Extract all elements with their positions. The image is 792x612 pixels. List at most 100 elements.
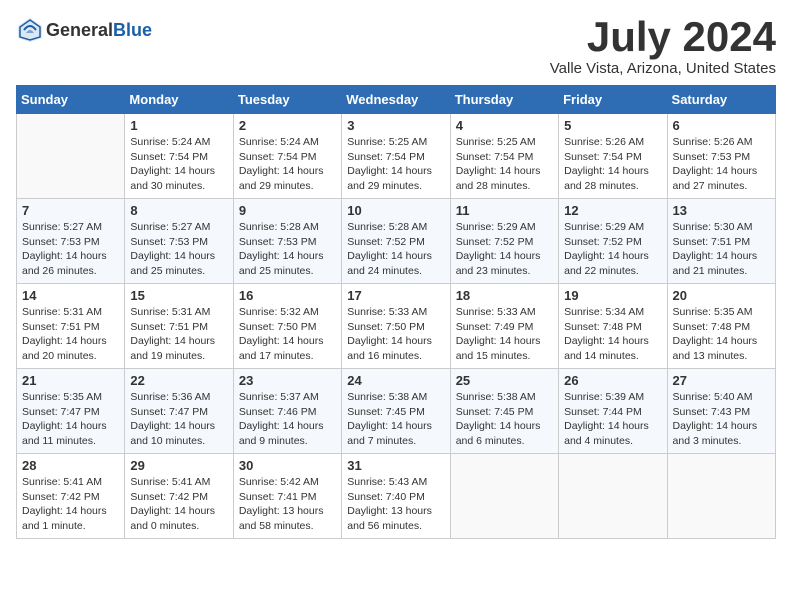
day-info: Sunrise: 5:27 AMSunset: 7:53 PMDaylight:… bbox=[22, 220, 119, 279]
cell-w1-d0 bbox=[17, 114, 125, 199]
cell-w2-d3: 10Sunrise: 5:28 AMSunset: 7:52 PMDayligh… bbox=[342, 199, 450, 284]
day-info: Sunrise: 5:36 AMSunset: 7:47 PMDaylight:… bbox=[130, 390, 227, 449]
day-number: 4 bbox=[456, 118, 553, 133]
header-row: Sunday Monday Tuesday Wednesday Thursday… bbox=[17, 86, 776, 114]
day-number: 20 bbox=[673, 288, 770, 303]
day-number: 9 bbox=[239, 203, 336, 218]
day-info: Sunrise: 5:32 AMSunset: 7:50 PMDaylight:… bbox=[239, 305, 336, 364]
cell-w2-d6: 13Sunrise: 5:30 AMSunset: 7:51 PMDayligh… bbox=[667, 199, 775, 284]
day-info: Sunrise: 5:40 AMSunset: 7:43 PMDaylight:… bbox=[673, 390, 770, 449]
day-info: Sunrise: 5:38 AMSunset: 7:45 PMDaylight:… bbox=[456, 390, 553, 449]
day-number: 15 bbox=[130, 288, 227, 303]
header-tuesday: Tuesday bbox=[233, 86, 341, 114]
day-number: 2 bbox=[239, 118, 336, 133]
day-info: Sunrise: 5:42 AMSunset: 7:41 PMDaylight:… bbox=[239, 475, 336, 534]
week-row-3: 14 Sunrise: 5:31 AMSunset: 7:51 PMDayligh… bbox=[17, 284, 776, 369]
day-number: 8 bbox=[130, 203, 227, 218]
day-info: Sunrise: 5:25 AMSunset: 7:54 PMDaylight:… bbox=[456, 135, 553, 194]
cell-w2-d4: 11Sunrise: 5:29 AMSunset: 7:52 PMDayligh… bbox=[450, 199, 558, 284]
cell-w3-d6: 20Sunrise: 5:35 AMSunset: 7:48 PMDayligh… bbox=[667, 284, 775, 369]
cell-w3-d4: 18 Sunrise: 5:33 AMSunset: 7:49 PMDayligh… bbox=[450, 284, 558, 369]
header-friday: Friday bbox=[559, 86, 667, 114]
cell-w1-d6: 6 Sunrise: 5:26 AMSunset: 7:53 PMDaylight… bbox=[667, 114, 775, 199]
day-info: Sunrise: 5:26 AMSunset: 7:54 PMDaylight:… bbox=[564, 135, 661, 194]
day-number: 12 bbox=[564, 203, 661, 218]
cell-w5-d2: 30 Sunrise: 5:42 AMSunset: 7:41 PMDayligh… bbox=[233, 454, 341, 539]
cell-w3-d2: 16Sunrise: 5:32 AMSunset: 7:50 PMDayligh… bbox=[233, 284, 341, 369]
day-number: 29 bbox=[130, 458, 227, 473]
day-number: 17 bbox=[347, 288, 444, 303]
day-info: Sunrise: 5:30 AMSunset: 7:51 PMDaylight:… bbox=[673, 220, 770, 279]
cell-w2-d2: 9 Sunrise: 5:28 AMSunset: 7:53 PMDaylight… bbox=[233, 199, 341, 284]
cell-w3-d5: 19 Sunrise: 5:34 AMSunset: 7:48 PMDayligh… bbox=[559, 284, 667, 369]
cell-w5-d3: 31Sunrise: 5:43 AMSunset: 7:40 PMDayligh… bbox=[342, 454, 450, 539]
day-number: 31 bbox=[347, 458, 444, 473]
week-row-5: 28Sunrise: 5:41 AMSunset: 7:42 PMDayligh… bbox=[17, 454, 776, 539]
page-subtitle: Valle Vista, Arizona, United States bbox=[550, 60, 776, 77]
day-info: Sunrise: 5:31 AMSunset: 7:51 PMDaylight:… bbox=[22, 305, 119, 364]
day-info: Sunrise: 5:28 AMSunset: 7:53 PMDaylight:… bbox=[239, 220, 336, 279]
day-number: 24 bbox=[347, 373, 444, 388]
day-info: Sunrise: 5:29 AMSunset: 7:52 PMDaylight:… bbox=[564, 220, 661, 279]
cell-w4-d6: 27 Sunrise: 5:40 AMSunset: 7:43 PMDayligh… bbox=[667, 369, 775, 454]
day-number: 14 bbox=[22, 288, 119, 303]
cell-w5-d4 bbox=[450, 454, 558, 539]
day-number: 6 bbox=[673, 118, 770, 133]
week-row-2: 7 Sunrise: 5:27 AMSunset: 7:53 PMDaylight… bbox=[17, 199, 776, 284]
day-number: 5 bbox=[564, 118, 661, 133]
day-number: 19 bbox=[564, 288, 661, 303]
day-info: Sunrise: 5:34 AMSunset: 7:48 PMDaylight:… bbox=[564, 305, 661, 364]
cell-w2-d5: 12 Sunrise: 5:29 AMSunset: 7:52 PMDayligh… bbox=[559, 199, 667, 284]
day-info: Sunrise: 5:24 AMSunset: 7:54 PMDaylight:… bbox=[130, 135, 227, 194]
header-wednesday: Wednesday bbox=[342, 86, 450, 114]
cell-w4-d2: 23 Sunrise: 5:37 AMSunset: 7:46 PMDayligh… bbox=[233, 369, 341, 454]
cell-w2-d1: 8 Sunrise: 5:27 AMSunset: 7:53 PMDaylight… bbox=[125, 199, 233, 284]
logo-blue: Blue bbox=[113, 20, 152, 40]
day-info: Sunrise: 5:24 AMSunset: 7:54 PMDaylight:… bbox=[239, 135, 336, 194]
cell-w3-d0: 14 Sunrise: 5:31 AMSunset: 7:51 PMDayligh… bbox=[17, 284, 125, 369]
day-number: 7 bbox=[22, 203, 119, 218]
day-info: Sunrise: 5:41 AMSunset: 7:42 PMDaylight:… bbox=[22, 475, 119, 534]
day-info: Sunrise: 5:26 AMSunset: 7:53 PMDaylight:… bbox=[673, 135, 770, 194]
logo: GeneralBlue bbox=[16, 16, 152, 44]
calendar-table: Sunday Monday Tuesday Wednesday Thursday… bbox=[16, 85, 776, 539]
logo-icon bbox=[16, 16, 44, 44]
cell-w5-d6 bbox=[667, 454, 775, 539]
day-number: 25 bbox=[456, 373, 553, 388]
header-monday: Monday bbox=[125, 86, 233, 114]
day-number: 27 bbox=[673, 373, 770, 388]
day-info: Sunrise: 5:39 AMSunset: 7:44 PMDaylight:… bbox=[564, 390, 661, 449]
page-title: July 2024 bbox=[550, 16, 776, 58]
day-info: Sunrise: 5:29 AMSunset: 7:52 PMDaylight:… bbox=[456, 220, 553, 279]
cell-w1-d4: 4 Sunrise: 5:25 AMSunset: 7:54 PMDaylight… bbox=[450, 114, 558, 199]
cell-w2-d0: 7 Sunrise: 5:27 AMSunset: 7:53 PMDaylight… bbox=[17, 199, 125, 284]
cell-w5-d5 bbox=[559, 454, 667, 539]
calendar-header: Sunday Monday Tuesday Wednesday Thursday… bbox=[17, 86, 776, 114]
header-sunday: Sunday bbox=[17, 86, 125, 114]
title-area: July 2024 Valle Vista, Arizona, United S… bbox=[550, 16, 776, 77]
day-number: 18 bbox=[456, 288, 553, 303]
day-number: 30 bbox=[239, 458, 336, 473]
cell-w4-d1: 22Sunrise: 5:36 AMSunset: 7:47 PMDayligh… bbox=[125, 369, 233, 454]
day-info: Sunrise: 5:28 AMSunset: 7:52 PMDaylight:… bbox=[347, 220, 444, 279]
week-row-1: 1 Sunrise: 5:24 AMSunset: 7:54 PMDaylight… bbox=[17, 114, 776, 199]
day-info: Sunrise: 5:38 AMSunset: 7:45 PMDaylight:… bbox=[347, 390, 444, 449]
day-number: 26 bbox=[564, 373, 661, 388]
cell-w1-d1: 1 Sunrise: 5:24 AMSunset: 7:54 PMDaylight… bbox=[125, 114, 233, 199]
cell-w4-d4: 25 Sunrise: 5:38 AMSunset: 7:45 PMDayligh… bbox=[450, 369, 558, 454]
cell-w1-d3: 3 Sunrise: 5:25 AMSunset: 7:54 PMDaylight… bbox=[342, 114, 450, 199]
day-info: Sunrise: 5:27 AMSunset: 7:53 PMDaylight:… bbox=[130, 220, 227, 279]
header-thursday: Thursday bbox=[450, 86, 558, 114]
day-info: Sunrise: 5:33 AMSunset: 7:49 PMDaylight:… bbox=[456, 305, 553, 364]
day-number: 1 bbox=[130, 118, 227, 133]
day-info: Sunrise: 5:41 AMSunset: 7:42 PMDaylight:… bbox=[130, 475, 227, 534]
cell-w5-d0: 28Sunrise: 5:41 AMSunset: 7:42 PMDayligh… bbox=[17, 454, 125, 539]
cell-w3-d1: 15Sunrise: 5:31 AMSunset: 7:51 PMDayligh… bbox=[125, 284, 233, 369]
day-info: Sunrise: 5:37 AMSunset: 7:46 PMDaylight:… bbox=[239, 390, 336, 449]
day-info: Sunrise: 5:25 AMSunset: 7:54 PMDaylight:… bbox=[347, 135, 444, 194]
day-number: 23 bbox=[239, 373, 336, 388]
day-info: Sunrise: 5:33 AMSunset: 7:50 PMDaylight:… bbox=[347, 305, 444, 364]
cell-w5-d1: 29 Sunrise: 5:41 AMSunset: 7:42 PMDayligh… bbox=[125, 454, 233, 539]
day-number: 3 bbox=[347, 118, 444, 133]
cell-w1-d5: 5 Sunrise: 5:26 AMSunset: 7:54 PMDaylight… bbox=[559, 114, 667, 199]
